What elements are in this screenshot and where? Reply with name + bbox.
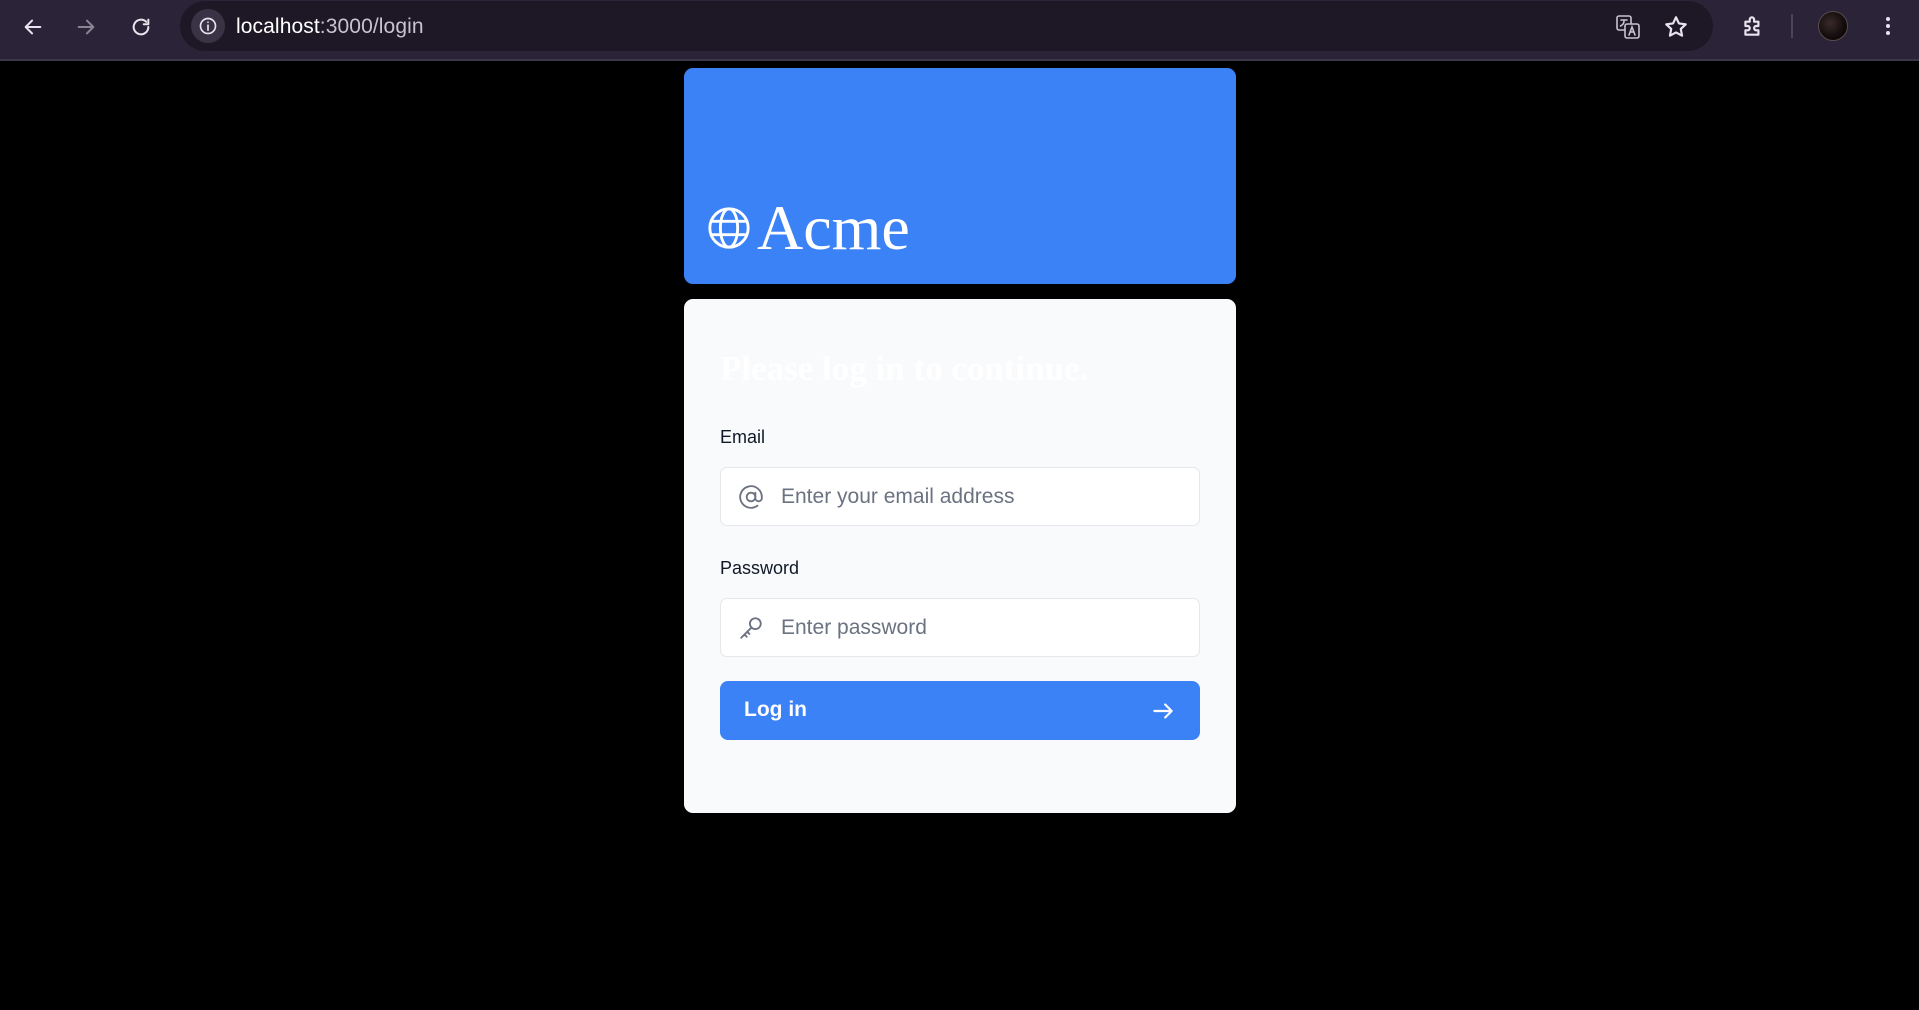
- login-button[interactable]: Log in: [720, 681, 1200, 740]
- translate-button[interactable]: [1614, 13, 1642, 41]
- at-sign-icon: [739, 485, 763, 509]
- url-host: localhost: [236, 15, 320, 38]
- browser-menu-button[interactable]: [1873, 11, 1903, 41]
- bookmark-button[interactable]: [1662, 13, 1690, 41]
- info-icon: [199, 17, 217, 35]
- extensions-button[interactable]: [1738, 11, 1768, 41]
- password-label: Password: [720, 558, 800, 578]
- reload-button[interactable]: [123, 9, 159, 45]
- arrow-left-icon: [24, 19, 42, 35]
- email-input[interactable]: [781, 468, 1191, 525]
- brand-name: Acme: [757, 192, 910, 263]
- puzzle-icon: [1744, 16, 1760, 36]
- form-title: Please log in to continue.: [720, 349, 1089, 388]
- brand-header: Acme: [684, 68, 1236, 284]
- arrow-right-icon: [1153, 703, 1173, 719]
- back-button[interactable]: [15, 9, 51, 45]
- globe-icon: [708, 207, 750, 249]
- profile-avatar[interactable]: [1818, 11, 1848, 41]
- key-icon: [740, 617, 762, 639]
- address-bar[interactable]: localhost:3000/login: [180, 1, 1713, 51]
- url-text: localhost:3000/login: [236, 15, 424, 39]
- password-field: [720, 598, 1200, 657]
- password-input[interactable]: [781, 599, 1191, 656]
- toolbar-border: [0, 59, 1919, 61]
- arrow-right-icon: [77, 19, 95, 35]
- brand-logo: Acme: [706, 196, 910, 260]
- email-field: [720, 467, 1200, 526]
- forward-button[interactable]: [68, 9, 104, 45]
- kebab-menu-icon: [1886, 17, 1890, 35]
- translate-icon: [1616, 15, 1640, 39]
- reload-icon: [132, 18, 150, 36]
- login-button-label: Log in: [744, 698, 807, 721]
- email-label: Email: [720, 427, 766, 447]
- browser-toolbar: localhost:3000/login: [0, 0, 1919, 61]
- url-path: :3000/login: [319, 15, 424, 38]
- toolbar-divider: [1791, 14, 1793, 38]
- site-info-button[interactable]: [191, 9, 225, 43]
- star-icon: [1665, 16, 1687, 37]
- login-form: Please log in to continue. Email Passwor…: [684, 299, 1236, 813]
